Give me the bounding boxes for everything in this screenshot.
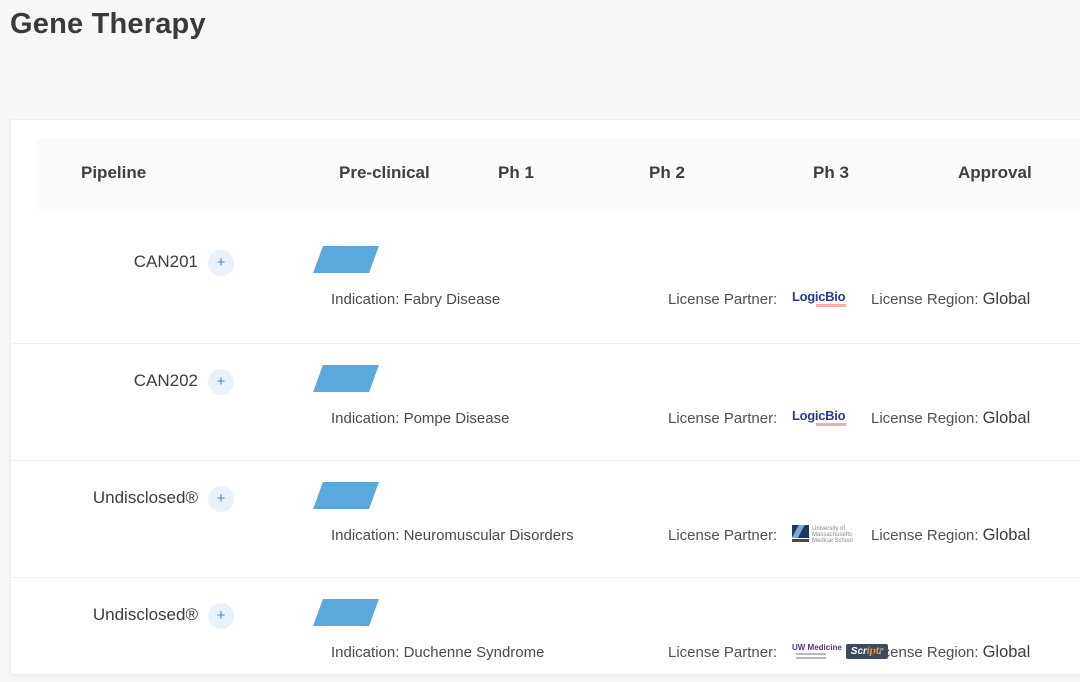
- pipeline-name: CAN201: [133, 252, 198, 271]
- license-region-text: License Region: Global: [871, 290, 1031, 308]
- indication-text: Indication: Neuromuscular Disorders: [331, 527, 574, 544]
- license-partner-label: License Partner:: [668, 410, 778, 427]
- license-region-text: License Region: Global: [871, 643, 1031, 661]
- indication-text: Indication: Fabry Disease: [331, 291, 501, 308]
- page-title: Gene Therapy: [10, 8, 206, 40]
- logicbio-logo: LogicBio: [792, 409, 846, 426]
- logicbio-sub-bar: [816, 303, 846, 307]
- license-partner-label: License Partner:: [668, 291, 778, 308]
- expand-button[interactable]: +: [208, 603, 234, 629]
- pipeline-name: Undisclosed®: [92, 488, 198, 507]
- umass-badge-icon: [792, 524, 809, 538]
- umass-text: University of Massachusetts Medical Scho…: [812, 525, 853, 544]
- indication-text: Indication: Duchenne Syndrome: [331, 644, 545, 661]
- uw-medicine-sub-bar: [796, 652, 826, 655]
- column-header-ph2: Ph 2: [649, 163, 685, 182]
- expand-button[interactable]: +: [208, 369, 234, 395]
- pipeline-name: Undisclosed®: [92, 605, 198, 624]
- logicbio-sub-bar: [816, 422, 846, 426]
- expand-button[interactable]: +: [208, 250, 234, 276]
- uw-medicine-sub-bar: [796, 656, 826, 659]
- license-partner-logo: LogicBio: [792, 403, 846, 431]
- umass-wordmark-bar: [792, 538, 809, 542]
- pipeline-table-card: Pipeline Pre-clinical Ph 1 Ph 2 Ph 3 App…: [10, 119, 1080, 675]
- column-header-ph3: Ph 3: [813, 163, 849, 182]
- column-header-pipeline: Pipeline: [81, 163, 147, 182]
- uw-medicine-logo: UW Medicine: [792, 643, 842, 660]
- license-region-text: License Region: Global: [871, 409, 1031, 427]
- table-row: CAN201 + Indication: Fabry Disease Licen…: [11, 225, 1080, 342]
- pipeline-name: CAN202: [133, 371, 198, 390]
- expand-button[interactable]: +: [208, 486, 234, 512]
- stage-bar-preclinical: [313, 365, 379, 392]
- gene-therapy-page: Gene Therapy Pipeline Pre-clinical Ph 1 …: [0, 0, 1080, 682]
- table-row: Undisclosed® + Indication: Neuromuscular…: [11, 460, 1080, 578]
- table-header: Pipeline Pre-clinical Ph 1 Ph 2 Ph 3 App…: [37, 139, 1080, 209]
- column-header-preclinical: Pre-clinical: [339, 163, 430, 182]
- indication-text: Indication: Pompe Disease: [331, 410, 510, 427]
- license-region-text: License Region: Global: [871, 526, 1031, 544]
- license-partner-label: License Partner:: [668, 527, 778, 544]
- column-header-approval: Approval: [958, 163, 1032, 182]
- license-partner-logo: LogicBio: [792, 284, 846, 312]
- license-partner-label: License Partner:: [668, 644, 778, 661]
- stage-bar-preclinical: [313, 599, 379, 626]
- table-row: Undisclosed® + Indication: Duchenne Synd…: [11, 577, 1080, 674]
- logicbio-logo: LogicBio: [792, 290, 846, 307]
- umass-medical-school-logo: University of Massachusetts Medical Scho…: [792, 524, 853, 544]
- stage-bar-preclinical: [313, 246, 379, 273]
- license-partner-logo: University of Massachusetts Medical Scho…: [792, 520, 853, 548]
- table-row: CAN202 + Indication: Pompe Disease Licen…: [11, 343, 1080, 461]
- stage-bar-preclinical: [313, 482, 379, 509]
- column-header-ph1: Ph 1: [498, 163, 534, 182]
